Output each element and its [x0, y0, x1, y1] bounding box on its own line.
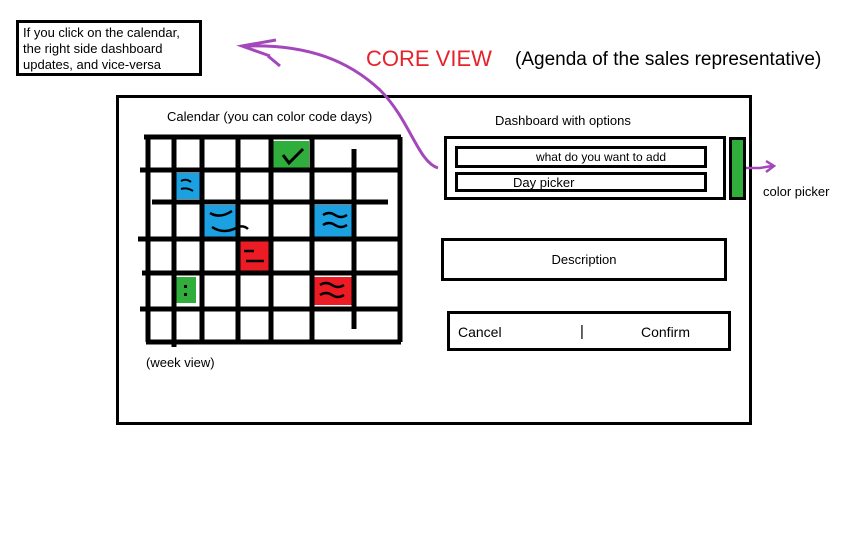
day-picker-text: Day picker — [513, 175, 575, 190]
add-item-field[interactable]: what do you want to add — [455, 146, 707, 168]
curved-arrow-head — [236, 38, 281, 68]
calendar-cell-blue-2[interactable] — [204, 205, 238, 237]
info-note: If you click on the calendar, the right … — [16, 20, 202, 76]
note-line-2: the right side dashboard — [23, 41, 163, 56]
action-separator: | — [580, 323, 584, 340]
calendar-cell-green-top[interactable] — [273, 141, 309, 169]
calendar-cell-red-1[interactable] — [238, 241, 270, 271]
note-line-3: updates, and vice-versa — [23, 57, 162, 72]
calendar-cell-blue-3[interactable] — [314, 205, 354, 237]
cancel-button[interactable]: Cancel — [458, 324, 502, 340]
calendar-label: Calendar (you can color code days) — [167, 109, 373, 124]
note-line-1: If you click on the calendar, — [23, 25, 180, 40]
calendar-week-grid[interactable] — [138, 133, 404, 347]
color-picker-swatch[interactable] — [729, 137, 746, 200]
page-subtitle: (Agenda of the sales representative) — [515, 49, 822, 70]
day-picker-field[interactable]: Day picker — [455, 172, 707, 192]
add-item-field-text: what do you want to add — [535, 150, 667, 164]
confirm-button[interactable]: Confirm — [641, 324, 690, 340]
color-picker-label: color picker — [763, 184, 830, 199]
dashboard-label: Dashboard with options — [495, 113, 631, 128]
calendar-cell-red-2[interactable] — [314, 277, 356, 305]
calendar-cell-blue-1[interactable] — [176, 173, 202, 199]
week-view-label: (week view) — [146, 355, 215, 370]
action-bar: Cancel | Confirm — [447, 311, 731, 351]
calendar-cell-green-2[interactable] — [176, 277, 196, 303]
description-text: Description — [551, 252, 617, 267]
description-field[interactable]: Description — [441, 238, 727, 281]
page-title: CORE VIEW — [366, 46, 492, 71]
